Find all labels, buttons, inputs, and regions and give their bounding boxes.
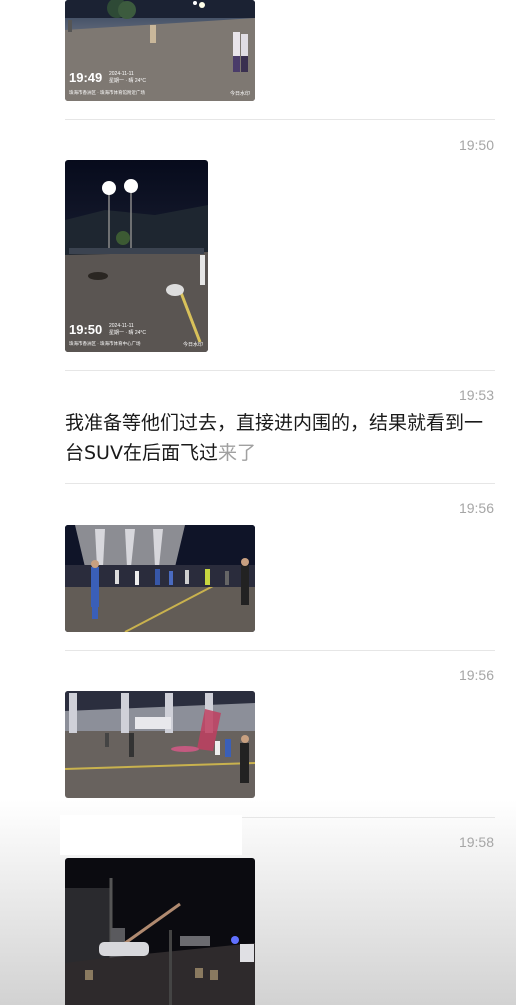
message-text-faded: 来了 [217, 442, 256, 464]
stamp-address: 珠海市香洲区 · 珠海市体育中心广场 [69, 341, 141, 346]
stamp-address: 珠海市香洲区 · 珠海市体育馆附近广场 [69, 90, 145, 95]
message-time: 19:53 [458, 387, 494, 403]
message-text: 我准备等他们过去，直接进内围的，结果就看到一台SUV在后面飞过 [65, 412, 484, 464]
divider [65, 483, 495, 484]
stamp-date: 2024-11-11 [109, 323, 134, 329]
stamp-time: 19:50 [69, 322, 103, 337]
stamp-week: 星期一 · 晴 24°C [109, 330, 147, 336]
divider [65, 650, 495, 651]
message-time: 19:56 [458, 500, 494, 516]
chat-photo-4[interactable] [65, 691, 255, 798]
divider [65, 119, 495, 120]
watermark-logo: 今日水印 [182, 342, 203, 348]
watermark-logo: 今日水印 [229, 91, 250, 97]
message-time: 19:56 [458, 667, 494, 683]
stamp-time: 19:49 [69, 70, 103, 85]
chat-photo-1[interactable]: 19:49 2024-11-11 星期一 · 晴 24°C 珠海市香洲区 · 珠… [65, 0, 255, 101]
chat-text-message: 我准备等他们过去，直接进内围的，结果就看到一台SUV在后面飞过来了 [65, 408, 500, 468]
divider [65, 370, 495, 371]
message-time: 19:58 [458, 834, 494, 850]
chat-photo-2[interactable]: 19:50 2024-11-11 星期一 · 晴 24°C 珠海市香洲区 · 珠… [65, 160, 208, 352]
message-time: 19:50 [458, 137, 494, 153]
chat-photo-5[interactable] [65, 858, 255, 1005]
chat-photo-3[interactable] [65, 525, 255, 632]
stamp-date: 2024-11-11 [109, 71, 134, 77]
redaction-box [60, 815, 242, 855]
stamp-week: 星期一 · 晴 24°C [109, 78, 147, 84]
